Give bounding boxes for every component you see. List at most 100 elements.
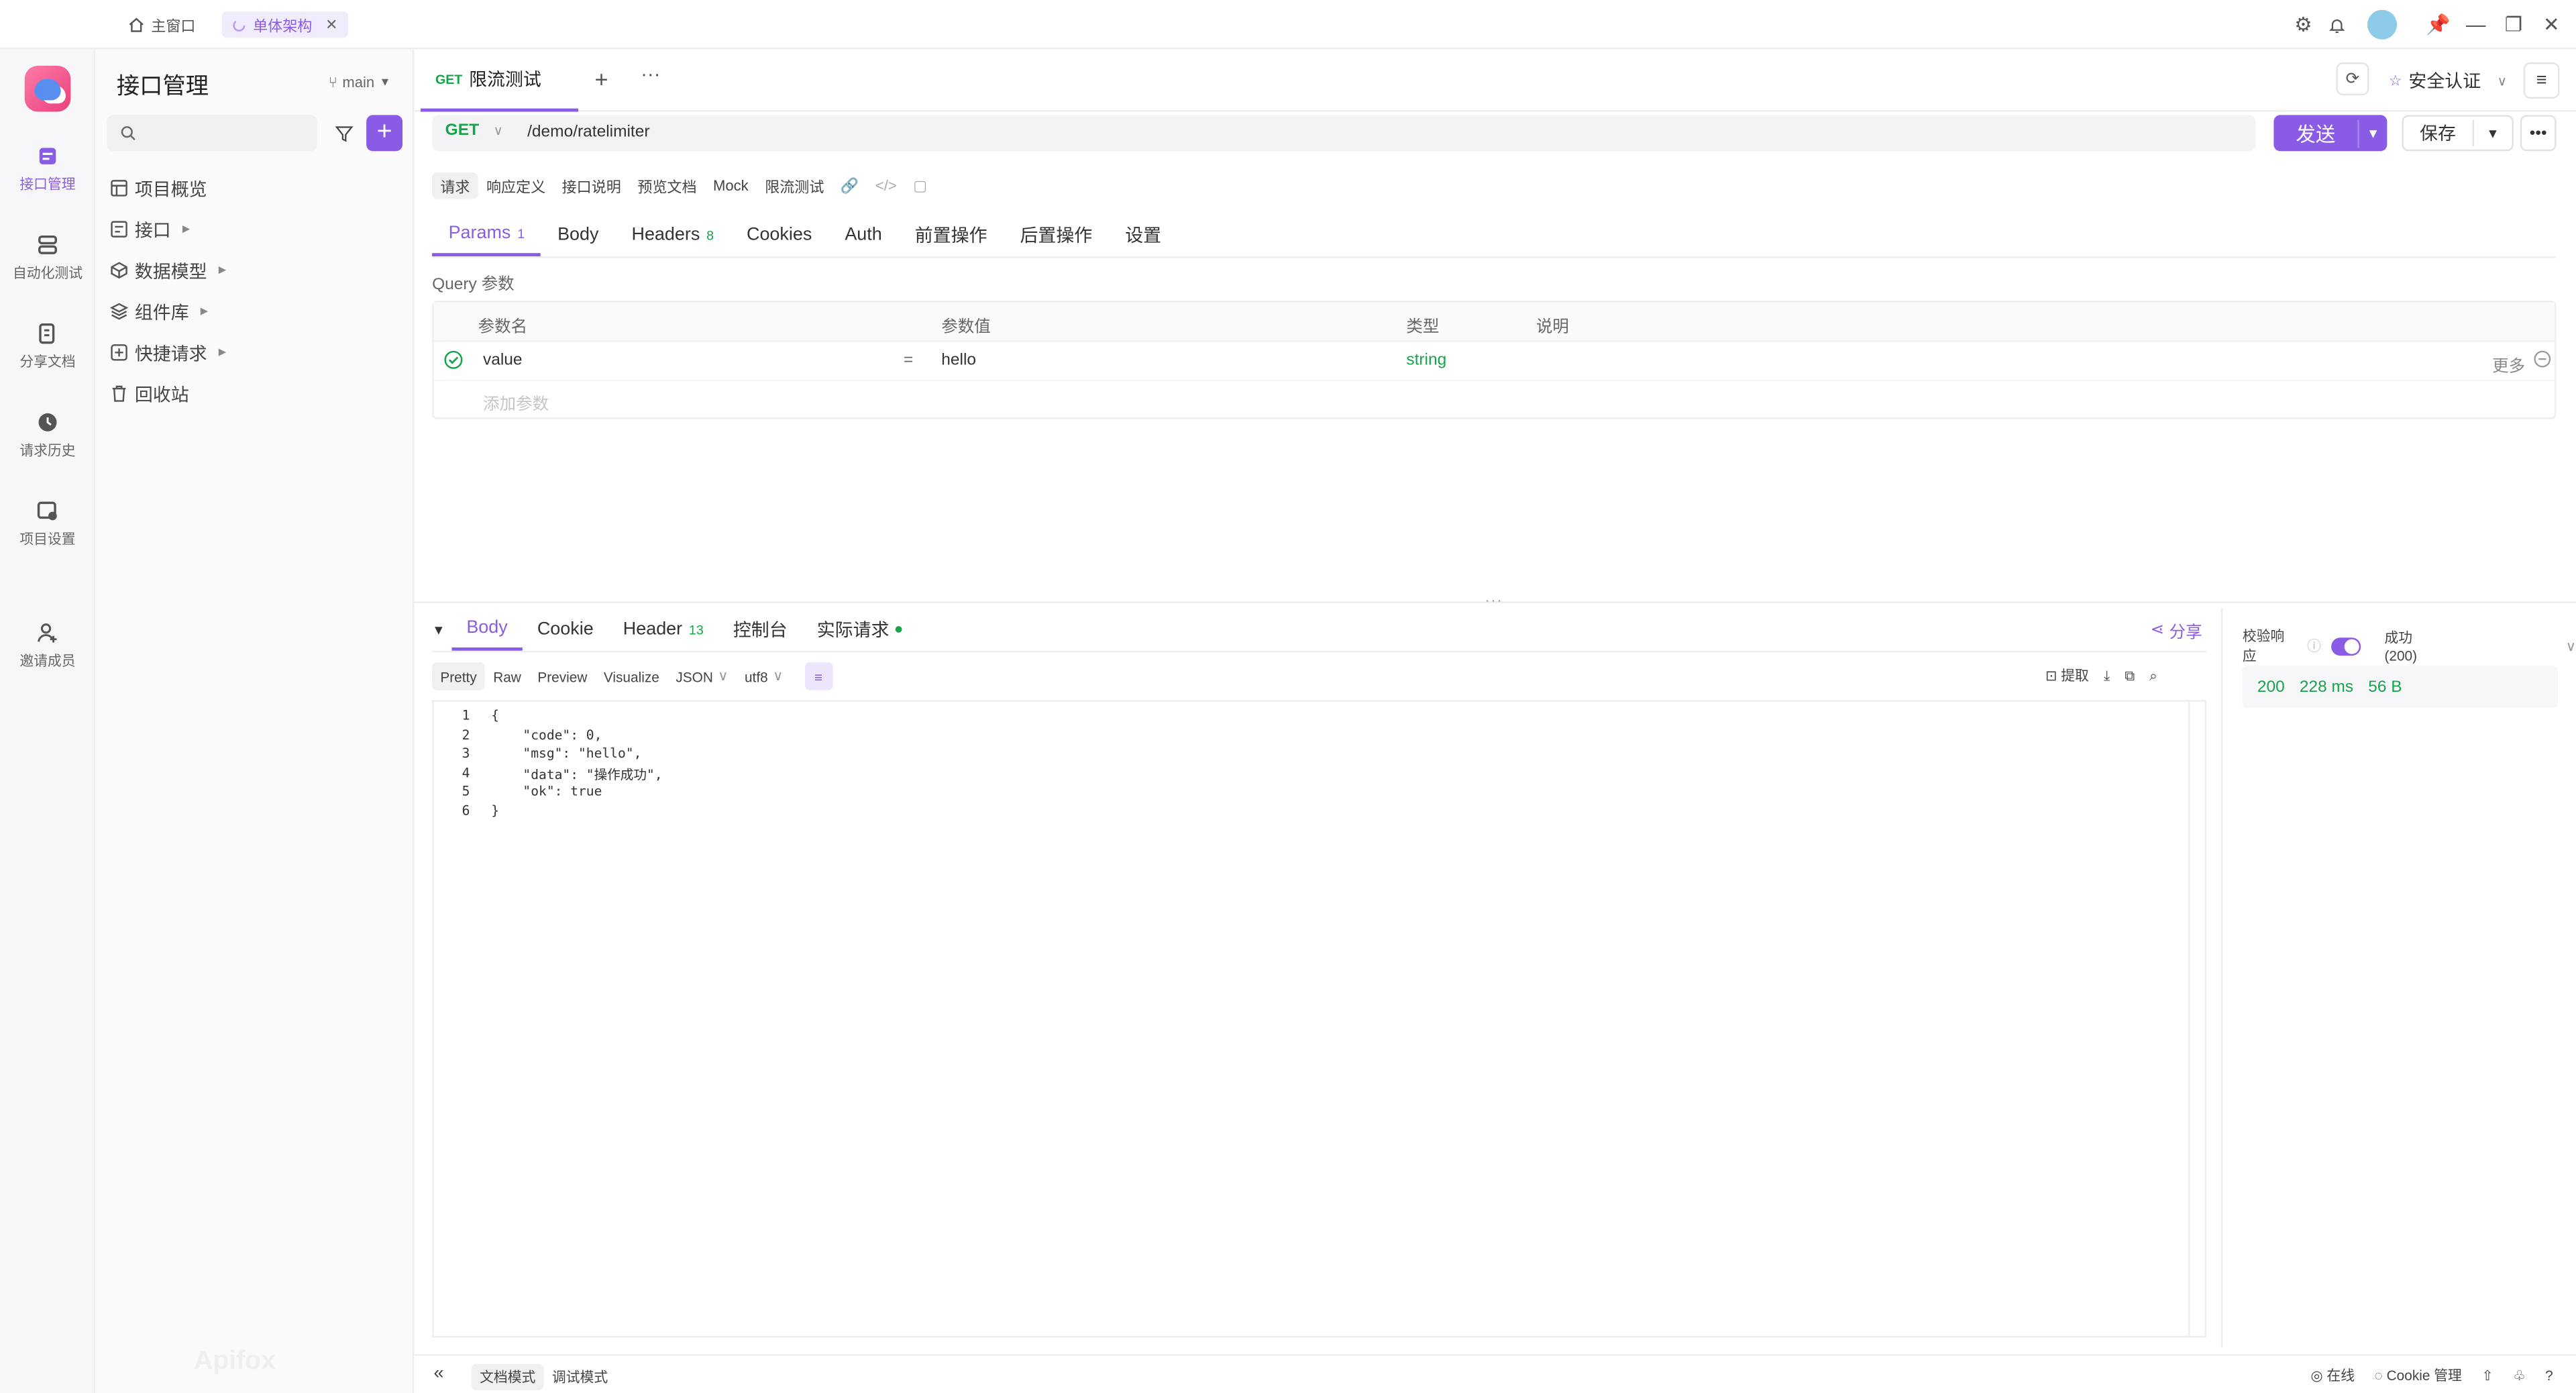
method-selector[interactable]: GET ∨ <box>445 121 503 140</box>
close-window-icon[interactable]: ✕ <box>2538 11 2565 38</box>
minimize-icon[interactable]: — <box>2463 11 2489 38</box>
tree-item-api[interactable]: 接口 ▶ <box>110 209 226 250</box>
tab-response-header[interactable]: Header 13 <box>608 608 718 651</box>
tab-body[interactable]: Body <box>541 213 615 256</box>
tab-post-processors[interactable]: 后置操作 <box>1004 213 1109 256</box>
chevron-down-icon[interactable]: ▼ <box>2359 125 2387 140</box>
format-raw[interactable]: Raw <box>485 662 529 690</box>
download-icon[interactable]: ⤓ <box>2104 666 2110 684</box>
filter-icon[interactable] <box>329 118 358 148</box>
editor-scrollbar[interactable] <box>2188 701 2204 1337</box>
add-param-input[interactable]: 添加参数 <box>483 389 549 414</box>
save-button[interactable]: 保存 ▼ <box>2402 115 2514 152</box>
send-button[interactable]: 发送 ▼ <box>2273 115 2387 152</box>
tree-item-data-model[interactable]: 数据模型 ▶ <box>110 250 226 291</box>
share-button[interactable]: ⋖ 分享 <box>2151 618 2202 643</box>
subtab-response-def[interactable]: 响应定义 <box>478 172 554 199</box>
tree-item-trash[interactable]: 回收站 <box>110 373 226 414</box>
chevron-down-icon[interactable]: ∨ <box>2566 637 2576 655</box>
gear-icon[interactable]: ⚙ <box>2290 11 2316 38</box>
response-editor[interactable]: 1 {2 "code": 0, 3 "msg": "hello", 4 "data":… <box>432 700 2207 1338</box>
subtab-case[interactable]: 限流测试 <box>757 172 833 199</box>
cookie-manager[interactable]: ◌ Cookie 管理 <box>2374 1365 2461 1385</box>
new-tab-icon[interactable]: + <box>595 66 608 92</box>
tab-cookies[interactable]: Cookies <box>731 213 828 256</box>
subtab-mock[interactable]: Mock <box>705 172 757 199</box>
validation-panel: 校验响应 ⓘ 成功 (200) ∨ 200 228 ms 56 B <box>2221 608 2576 1348</box>
upload-icon[interactable]: ⇧ <box>2481 1366 2493 1384</box>
panel-icon[interactable]: ▢ <box>905 172 935 199</box>
tab-console[interactable]: 控制台 <box>718 608 802 651</box>
online-status[interactable]: ◎ 在线 <box>2310 1365 2355 1385</box>
search-icon[interactable]: ⌕ <box>2149 666 2157 684</box>
more-link[interactable]: 更多 <box>2492 352 2525 376</box>
param-value-field[interactable]: hello <box>941 352 976 370</box>
tab-pre-processors[interactable]: 前置操作 <box>898 213 1004 256</box>
request-tab[interactable]: GET 限流测试 <box>420 49 579 112</box>
tab-more-icon[interactable]: ··· <box>641 62 660 85</box>
encoding-select[interactable]: utf8 ∨ <box>737 662 792 690</box>
collapse-icon[interactable]: ▼ <box>432 622 445 637</box>
param-name-field[interactable]: value <box>483 352 523 370</box>
tree-item-quick-request[interactable]: 快捷请求 ▶ <box>110 332 226 373</box>
caret-right-icon[interactable]: ▶ <box>182 223 190 236</box>
copy-icon[interactable]: ⧉ <box>2125 666 2135 684</box>
help-icon[interactable]: ? <box>2545 1368 2553 1384</box>
chevron-down-icon[interactable]: ▼ <box>2474 125 2512 140</box>
param-type-select[interactable]: string <box>1406 352 1446 370</box>
window-tab-project[interactable]: 单体架构 ✕ <box>221 11 348 38</box>
drag-handle-icon[interactable]: ··· <box>1485 593 1503 608</box>
format-pretty[interactable]: Pretty <box>432 662 485 690</box>
rail-item-project-settings[interactable]: 项目设置 <box>0 499 95 548</box>
checkbox-checked-icon[interactable] <box>443 350 463 375</box>
link-icon[interactable]: 🔗 <box>833 172 867 199</box>
validate-toggle[interactable] <box>2330 636 2362 655</box>
remove-icon[interactable] <box>2533 350 2551 373</box>
subtab-request[interactable]: 请求 <box>432 172 478 199</box>
tab-auth[interactable]: Auth <box>828 213 898 256</box>
tab-response-cookie[interactable]: Cookie <box>523 608 608 651</box>
tab-response-body[interactable]: Body <box>451 608 523 651</box>
menu-icon[interactable]: ≡ <box>2523 62 2560 99</box>
format-type-select[interactable]: JSON ∨ <box>667 662 737 690</box>
branch-selector[interactable]: ⑂ main ▼ <box>329 74 391 90</box>
tree-item-overview[interactable]: 项目概览 <box>110 168 226 209</box>
caret-right-icon[interactable]: ▶ <box>219 264 226 276</box>
search-input[interactable] <box>107 115 317 152</box>
tree-item-components[interactable]: 组件库 ▶ <box>110 291 226 331</box>
shirt-icon[interactable]: ♧ <box>2513 1366 2526 1384</box>
rail-item-invite[interactable]: 邀请成员 <box>0 621 95 670</box>
collapse-sidebar-icon[interactable]: « <box>434 1364 444 1384</box>
caret-right-icon[interactable]: ▶ <box>201 306 208 317</box>
rail-item-api[interactable]: 接口管理 <box>0 145 95 194</box>
close-icon[interactable]: ✕ <box>325 15 337 34</box>
window-tab-main[interactable]: 主窗口 <box>118 11 205 38</box>
code-icon[interactable]: </> <box>867 172 905 199</box>
debug-mode-button[interactable]: 调试模式 <box>544 1364 616 1390</box>
subtab-description[interactable]: 接口说明 <box>553 172 629 199</box>
tab-actual-request[interactable]: 实际请求 <box>802 608 917 651</box>
rail-item-share-doc[interactable]: 分享文档 <box>0 322 95 371</box>
doc-mode-button[interactable]: 文档模式 <box>471 1363 544 1390</box>
add-button[interactable]: + <box>366 115 403 152</box>
refresh-icon[interactable]: ⟳ <box>2336 62 2369 96</box>
rail-item-automation[interactable]: 自动化测试 <box>0 234 95 282</box>
format-preview[interactable]: Preview <box>529 662 596 690</box>
url-input[interactable]: /demo/ratelimiter <box>527 123 649 142</box>
format-visualize[interactable]: Visualize <box>596 662 667 690</box>
extract-button[interactable]: ⊡ 提取 <box>2045 666 2089 685</box>
pin-icon[interactable]: 📌 <box>2425 11 2451 38</box>
divider <box>432 256 2557 258</box>
wrap-lines-icon[interactable]: ≡ <box>804 662 833 690</box>
avatar[interactable] <box>2367 9 2398 40</box>
tab-params[interactable]: Params 1 <box>432 213 541 257</box>
more-options-button[interactable]: ••• <box>2520 115 2557 152</box>
tab-settings[interactable]: 设置 <box>1109 213 1178 256</box>
rail-item-history[interactable]: 请求历史 <box>0 411 95 460</box>
bell-icon[interactable] <box>2323 11 2349 38</box>
tab-headers[interactable]: Headers 8 <box>615 213 731 256</box>
subtab-preview-doc[interactable]: 预览文档 <box>629 172 705 199</box>
restore-icon[interactable]: ❐ <box>2500 11 2526 38</box>
caret-right-icon[interactable]: ▶ <box>219 347 226 358</box>
environment-selector[interactable]: ☆ 安全认证 ∨ <box>2389 62 2507 99</box>
